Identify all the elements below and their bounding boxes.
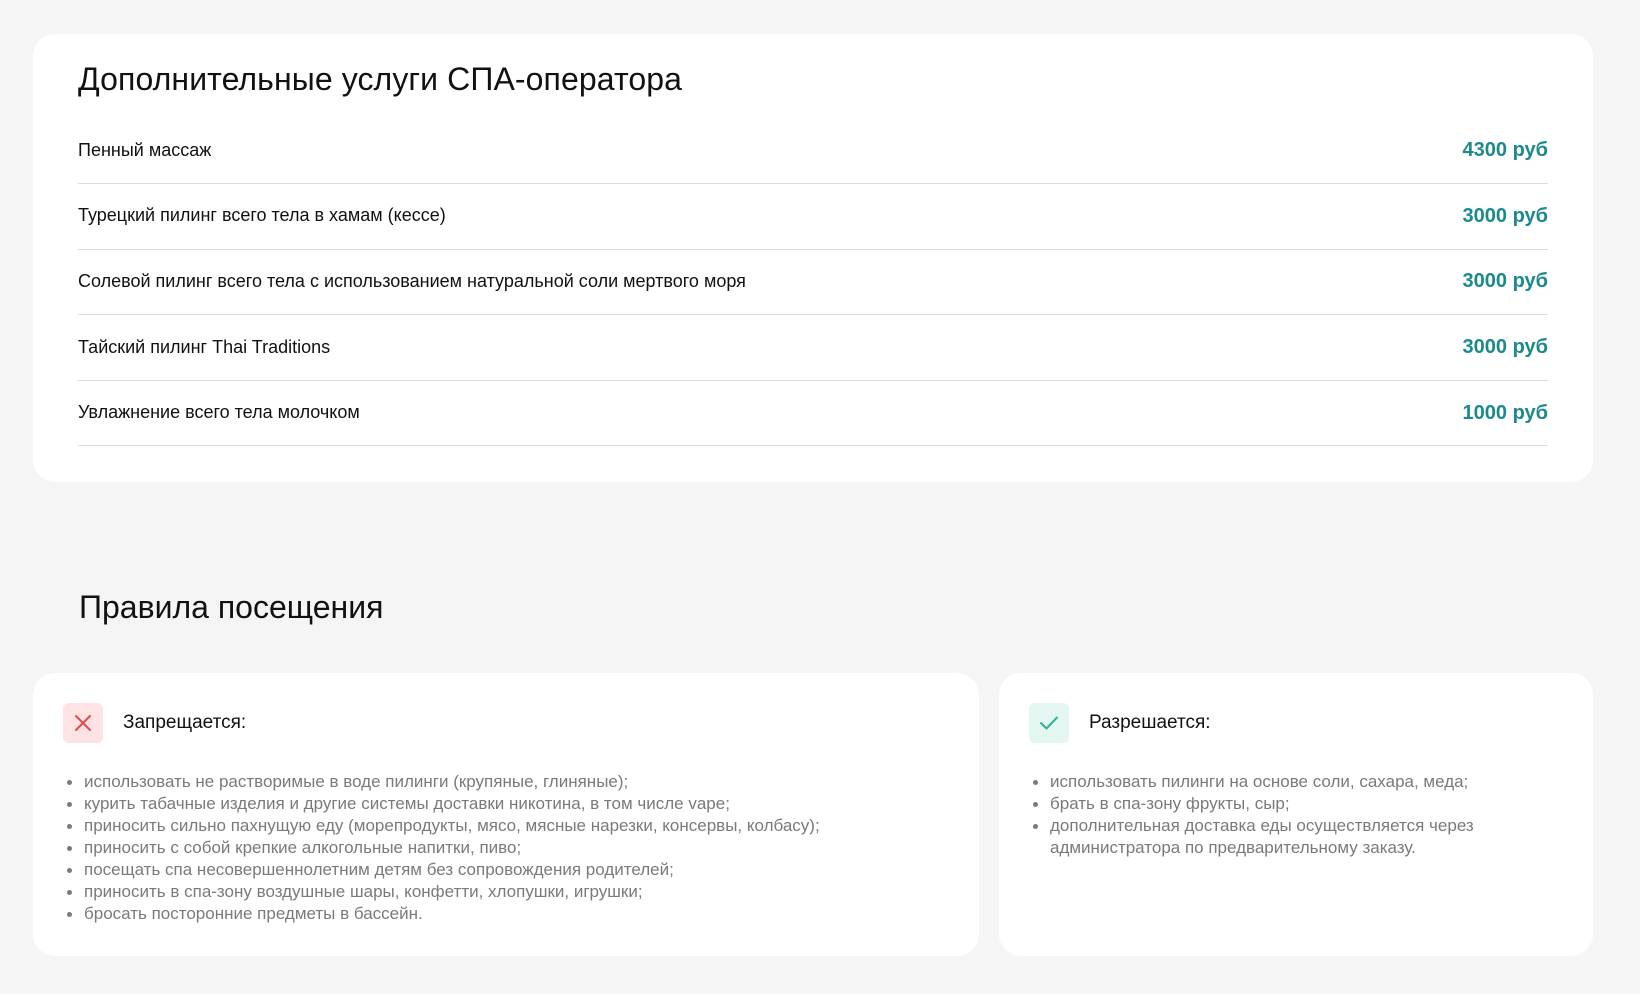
service-price: 1000 руб (1462, 401, 1548, 424)
service-name: Тайский пилинг Thai Traditions (78, 336, 331, 357)
list-item: использовать не растворимые в воде пилин… (65, 771, 949, 793)
allowed-list: использовать пилинги на основе соли, сах… (1029, 771, 1563, 859)
service-row: Увлажнение всего тела молочком 1000 руб (78, 381, 1548, 447)
list-item: посещать спа несовершеннолетним детям бе… (65, 859, 949, 881)
list-item: бросать посторонние предметы в бассейн. (65, 903, 949, 925)
service-price: 3000 руб (1462, 270, 1548, 293)
service-name: Увлажнение всего тела молочком (78, 402, 360, 423)
list-item: курить табачные изделия и другие системы… (65, 793, 949, 815)
forbidden-heading: Запрещается: (123, 711, 247, 733)
list-item: приносить сильно пахнущую еду (морепроду… (65, 815, 949, 837)
list-item: приносить с собой крепкие алкогольные на… (65, 837, 949, 859)
page: Дополнительные услуги СПА-оператора Пенн… (0, 0, 1640, 994)
forbidden-rules-card: Запрещается: использовать не растворимые… (33, 673, 979, 956)
allowed-rules-card: Разрешается: использовать пилинги на осн… (999, 673, 1593, 956)
service-price: 4300 руб (1462, 139, 1548, 162)
spa-services-card: Дополнительные услуги СПА-оператора Пенн… (33, 34, 1593, 482)
list-item: использовать пилинги на основе соли, сах… (1031, 771, 1563, 793)
allowed-heading: Разрешается: (1089, 711, 1211, 733)
services-title: Дополнительные услуги СПА-оператора (78, 61, 683, 97)
service-price: 3000 руб (1462, 335, 1548, 358)
list-item: дополнительная доставка еды осуществляет… (1031, 815, 1563, 859)
list-item: приносить в спа-зону воздушные шары, кон… (65, 881, 949, 903)
service-price: 3000 руб (1462, 204, 1548, 227)
check-icon (1029, 703, 1069, 743)
service-name: Турецкий пилинг всего тела в хамам (кесс… (78, 205, 446, 226)
cross-icon (63, 703, 103, 743)
service-name: Пенный массаж (78, 139, 212, 160)
service-name: Солевой пилинг всего тела с использовани… (78, 271, 746, 292)
service-row: Турецкий пилинг всего тела в хамам (кесс… (78, 184, 1548, 250)
service-row: Пенный массаж 4300 руб (78, 118, 1548, 184)
service-row: Тайский пилинг Thai Traditions 3000 руб (78, 315, 1548, 381)
allowed-header: Разрешается: (1029, 703, 1563, 743)
list-item: брать в спа-зону фрукты, сыр; (1031, 793, 1563, 815)
forbidden-header: Запрещается: (63, 703, 949, 743)
service-row: Солевой пилинг всего тела с использовани… (78, 250, 1548, 316)
rules-title: Правила посещения (79, 589, 384, 625)
forbidden-list: использовать не растворимые в воде пилин… (63, 771, 949, 925)
services-list: Пенный массаж 4300 руб Турецкий пилинг в… (78, 118, 1548, 447)
